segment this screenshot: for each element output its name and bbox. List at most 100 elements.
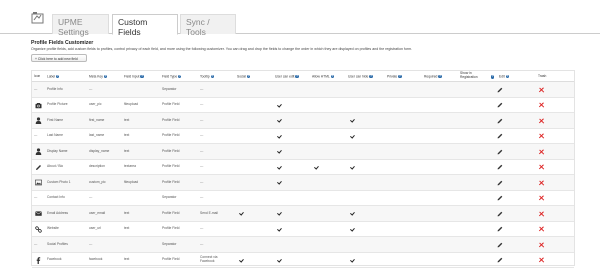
column-header-label: Icon (34, 73, 41, 78)
table-row[interactable]: Website user_url text Profile Field --- (32, 222, 574, 237)
delete-field-icon[interactable] (539, 242, 544, 247)
field-label: Website (47, 226, 59, 231)
help-icon[interactable]: ? (330, 74, 335, 78)
meta-key: custom_pic (89, 179, 106, 184)
social-check-icon (239, 258, 243, 262)
column-header: Private? (387, 74, 402, 79)
camera-icon (35, 102, 42, 109)
column-header: User can edit? (275, 74, 299, 79)
field-label: About / Bio (47, 164, 64, 169)
no-icon: --- (34, 133, 38, 138)
user-can-edit-check-icon (277, 103, 281, 107)
help-icon[interactable]: ? (369, 74, 373, 78)
field-type: Profile Field (162, 133, 180, 138)
field-input: text (124, 210, 130, 215)
table-row[interactable]: First Name first_name text Profile Field --- (32, 113, 574, 129)
column-header-label: Allow HTML (312, 74, 330, 79)
edit-field-icon[interactable] (497, 118, 503, 124)
help-icon[interactable]: ? (246, 74, 251, 78)
meta-key: display_name (89, 148, 110, 153)
edit-field-icon[interactable] (497, 211, 503, 217)
edit-field-icon[interactable] (497, 87, 503, 93)
page-description: Organize profile fields, add custom fiel… (31, 46, 413, 51)
tab-custom-fields[interactable]: Custom Fields (112, 14, 178, 37)
user-can-hide-check-icon (350, 212, 354, 216)
delete-field-icon[interactable] (539, 149, 544, 154)
help-icon[interactable]: ? (178, 74, 182, 78)
meta-key: facebook (89, 257, 103, 262)
table-row[interactable]: --- Last Name last_name text Profile Field --… (32, 129, 574, 144)
edit-field-icon[interactable] (497, 164, 503, 170)
field-label: Facebook (47, 257, 62, 262)
column-header-label: Private (387, 74, 398, 79)
tab-upme-settings[interactable]: UPME Settings (52, 14, 109, 37)
edit-field-icon[interactable] (497, 195, 503, 201)
table-header: Icon Label? Meta Key? Field Input? Field Typ… (32, 71, 574, 82)
settings-page-icon (31, 12, 44, 24)
table-row[interactable]: Email Address user_email text Profile Field… (32, 206, 574, 222)
table-row[interactable]: Display Name display_name text Profile Fiel… (32, 144, 574, 160)
meta-key: --- (89, 241, 93, 246)
help-icon[interactable]: ? (438, 74, 442, 78)
table-row[interactable]: Facebook facebook text Profile Field Connect… (32, 253, 574, 268)
help-icon[interactable]: ? (56, 74, 60, 78)
user-can-hide-check-icon (350, 165, 354, 169)
user-icon (35, 148, 42, 156)
table-row[interactable]: --- Social Profiles --- Separator --- (32, 237, 574, 253)
table-row[interactable]: --- Profile Info --- Separator --- (32, 82, 574, 98)
delete-field-icon[interactable] (539, 103, 544, 108)
column-header-label: Edit (499, 74, 505, 79)
user-can-edit-check-icon (277, 134, 281, 138)
edit-field-icon[interactable] (497, 257, 503, 263)
help-icon[interactable]: ? (505, 74, 509, 78)
edit-field-icon[interactable] (497, 133, 503, 139)
column-header-label: Field Type (162, 74, 178, 79)
column-header-label: Required (424, 74, 438, 79)
meta-key: last_name (89, 133, 105, 138)
edit-field-icon[interactable] (497, 226, 503, 232)
delete-field-icon[interactable] (539, 180, 544, 185)
user-can-edit-check-icon (277, 212, 281, 216)
table-row[interactable]: About / Bio description textarea Profile Fi… (32, 160, 574, 175)
help-icon[interactable]: ? (210, 74, 214, 78)
delete-field-icon[interactable] (539, 134, 544, 139)
page-title: Profile Fields Customizer (31, 40, 94, 46)
table-row[interactable]: --- Contact Info --- Separator --- (32, 191, 574, 206)
edit-field-icon[interactable] (497, 180, 503, 186)
delete-field-icon[interactable] (539, 118, 544, 123)
fields-table: Icon Label? Meta Key? Field Input? Field Typ… (31, 70, 575, 268)
table-row[interactable]: Profile Picture user_pic fileupload Profile… (32, 98, 574, 113)
field-type: Profile Field (162, 226, 180, 231)
envelope-icon (35, 210, 42, 217)
column-header: Required? (424, 74, 442, 79)
meta-key: user_pic (89, 102, 102, 107)
add-new-field-button[interactable]: + Click here to add new field (31, 54, 87, 62)
field-input: textarea (124, 164, 136, 169)
field-label: Custom Photo 1 (47, 179, 71, 184)
help-icon[interactable]: ? (295, 74, 299, 78)
delete-field-icon[interactable] (539, 211, 544, 216)
edit-field-icon[interactable] (497, 102, 503, 108)
delete-field-icon[interactable] (539, 87, 544, 92)
help-icon[interactable]: ? (491, 75, 495, 79)
tooltip-text: --- (200, 117, 204, 122)
tooltip-text: Connect via Facebook (200, 255, 218, 264)
help-icon[interactable]: ? (103, 74, 108, 78)
delete-field-icon[interactable] (539, 196, 544, 201)
delete-field-icon[interactable] (539, 165, 544, 170)
table-row[interactable]: Custom Photo 1 custom_pic fileupload Profil… (32, 175, 574, 191)
column-header: Icon (34, 73, 41, 79)
column-header: User can hide? (348, 74, 373, 79)
help-icon[interactable]: ? (140, 74, 144, 78)
edit-field-icon[interactable] (497, 149, 503, 155)
column-header: Trash (538, 74, 546, 79)
delete-field-icon[interactable] (539, 258, 544, 263)
field-type: Profile Field (162, 117, 180, 122)
help-icon[interactable]: ? (398, 74, 402, 78)
field-label: Social Profiles (47, 241, 68, 246)
column-header: Edit? (499, 74, 509, 79)
column-header: Social? (237, 74, 251, 79)
delete-field-icon[interactable] (539, 227, 544, 232)
tab-sync-tools[interactable]: Sync / Tools (180, 14, 236, 37)
edit-field-icon[interactable] (497, 242, 503, 248)
